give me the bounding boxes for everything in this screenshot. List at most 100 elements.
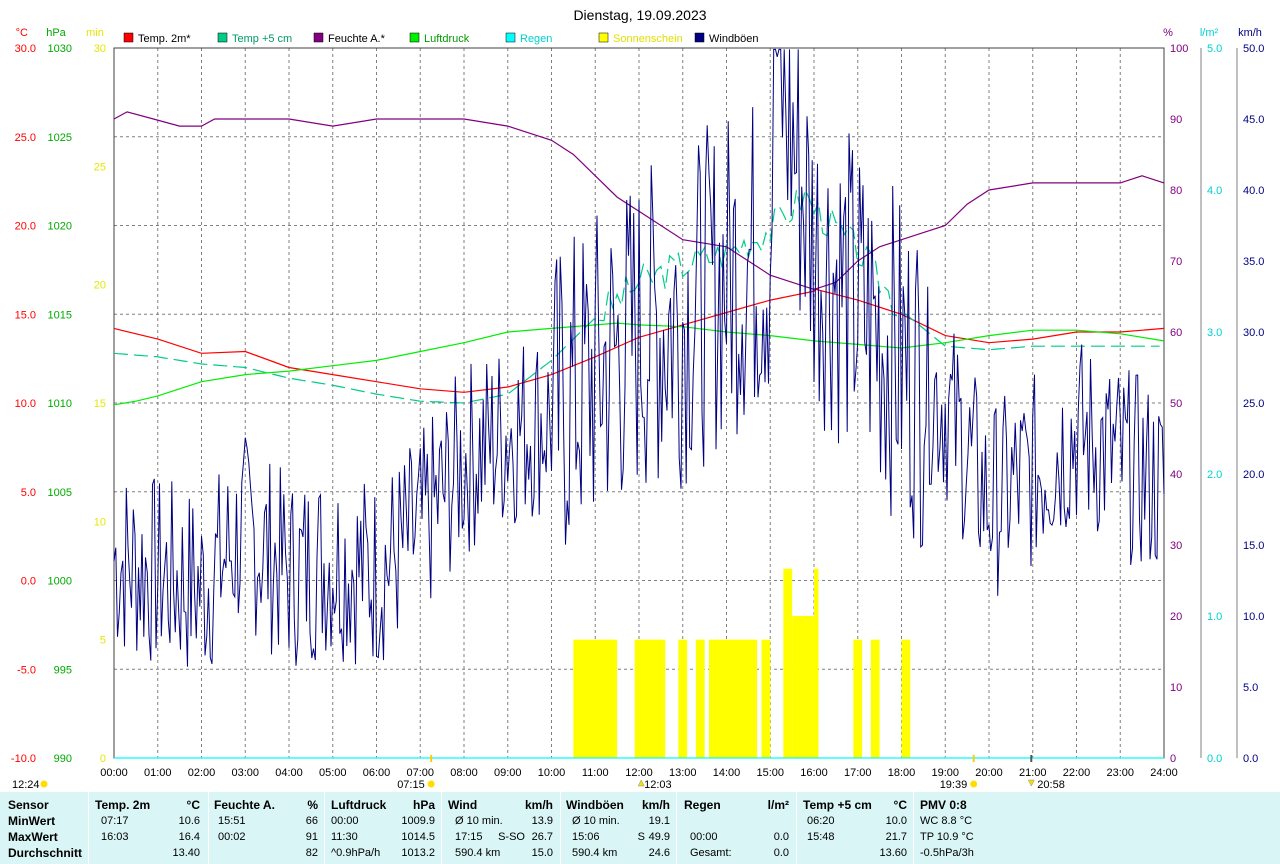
humidity-tick-label: 20 [1170,611,1182,623]
time-tick-label: 03:00 [231,767,259,779]
rain-tick-label: 2.0 [1207,469,1222,481]
wind-tick-label: 10.0 [1243,611,1264,623]
sunshine-bar [678,639,688,758]
humidity-tick-label: 70 [1170,256,1182,268]
sunshine-bar [901,639,911,758]
stats-time: 00:02 [218,831,246,843]
time-tick-label: 07:00 [406,767,434,779]
stats-unit-pressure: hPa [412,798,435,812]
time-tick-label: 18:00 [888,767,916,779]
humidity-tick-label: 40 [1170,469,1182,481]
time-tick-label: 01:00 [144,767,172,779]
sunshine-bar [814,568,819,758]
stats-header-temp2m: Temp. 2m [95,798,151,812]
moonset-icon [1027,779,1035,787]
sunshine-bar [695,639,705,758]
wind-tick-label: 45.0 [1243,114,1264,126]
stats-unit-temp5: °C [893,798,907,812]
stats-header-wind: Wind [448,798,478,812]
stats-value: 24.6 [648,847,670,859]
rain-unit: l/m² [1200,27,1219,39]
stats-pmv-value: WC 8.8 °C [920,815,973,827]
stats-time: 590.4 km [455,847,501,859]
rain-tick-label: 0.0 [1207,753,1222,765]
sunshine-bar [634,639,666,758]
pressure-tick-label: 1015 [48,309,72,321]
stats-pmv-value: -0.5hPa/3h [920,847,974,859]
stats-time: 15:51 [218,815,246,827]
stats-value: 1009.9 [401,815,435,827]
stats-separator [441,792,442,864]
stats-time: 15:06 [572,831,600,843]
temp-tick-label: -10.0 [11,753,36,765]
rain-tick-label: 5.0 [1207,43,1222,55]
stats-unit-temp2m: °C [186,798,200,812]
pressure-tick-label: 995 [54,664,72,676]
sunshine-bar [573,639,618,758]
sunshine-tick-label: 15 [94,398,106,410]
stats-time: 06:20 [807,815,835,827]
rain-tick-label: 4.0 [1207,185,1222,197]
stats-value: 0.0 [773,831,789,843]
wind-tick-label: 40.0 [1243,185,1264,197]
time-tick-label: 21:00 [1019,767,1047,779]
legend: Temp. 2m* Temp +5 cm Feuchte A.* Luftdruck R… [123,32,759,45]
stats-time: 16:03 [101,831,129,843]
legend-swatch [217,32,228,43]
time-tick-label: 02:00 [188,767,216,779]
stats-separator [796,792,797,864]
wind-tick-label: 0.0 [1243,753,1258,765]
time-tick-label: 05:00 [319,767,347,779]
sunshine-tick-label: 25 [94,161,106,173]
stats-time: 590.4 km [572,847,618,859]
wind-tick-label: 15.0 [1243,540,1264,552]
wind-tick-label: 20.0 [1243,469,1264,481]
time-tick-label: 04:00 [275,767,303,779]
time-tick-label: 12:00 [625,767,653,779]
stats-time: Gesamt: [690,847,732,859]
sunshine-bar [761,639,771,758]
legend-swatch [694,32,705,43]
time-tick-label: 08:00 [450,767,478,779]
pressure-tick-label: 1005 [48,487,72,499]
stats-separator [324,792,325,864]
stats-value: 19.1 [648,815,670,827]
time-tick-label: 14:00 [713,767,741,779]
stats-value: 13.60 [879,847,907,859]
legend-swatch [505,32,516,43]
stats-header-pmv: PMV 0:8 [920,798,967,812]
legend-swatch [313,32,324,43]
humidity-tick-label: 30 [1170,540,1182,552]
temp-tick-label: 5.0 [21,487,36,499]
chart-title: Dienstag, 19.09.2023 [573,7,706,23]
stats-value: 16.4 [178,831,200,843]
stats-value: 82 [305,847,318,859]
humidity-tick-label: 60 [1170,327,1182,339]
time-tick-label: 16:00 [800,767,828,779]
legend-label: Feuchte A.* [328,33,386,45]
stats-separator [88,792,89,864]
stats-time: 17:15 [455,831,483,843]
sunshine-tick-label: 30 [94,43,106,55]
legend-swatch [409,32,420,43]
stats-value: 10.6 [178,815,200,827]
legend-swatch [598,32,609,43]
stats-time: 00:00 [331,815,359,827]
stats-unit-wind: km/h [524,798,553,812]
stats-value: 66 [305,815,318,827]
temp-tick-label: 20.0 [15,221,36,233]
wind-tick-label: 30.0 [1243,327,1264,339]
time-tick-label: 24:00 [1150,767,1178,779]
stats-value: 13.9 [531,815,553,827]
wind-tick-label: 5.0 [1243,682,1258,694]
statistics-panel: Sensor MinWert MaxWert Durchschnitt Temp. 2m… [0,792,1280,864]
time-tick-label: 11:00 [582,767,609,779]
sunshine-tick-label: 10 [94,516,106,528]
stats-row-label: MaxWert [8,830,58,844]
sunshine-tick-label: 0 [100,753,106,765]
time-tick-label: 15:00 [756,767,784,779]
legend-label: Temp +5 cm [232,33,292,45]
rain-tick-label: 1.0 [1207,611,1222,623]
series-windb-en [113,48,1165,667]
stats-pmv-value: TP 10.9 °C [920,831,974,843]
